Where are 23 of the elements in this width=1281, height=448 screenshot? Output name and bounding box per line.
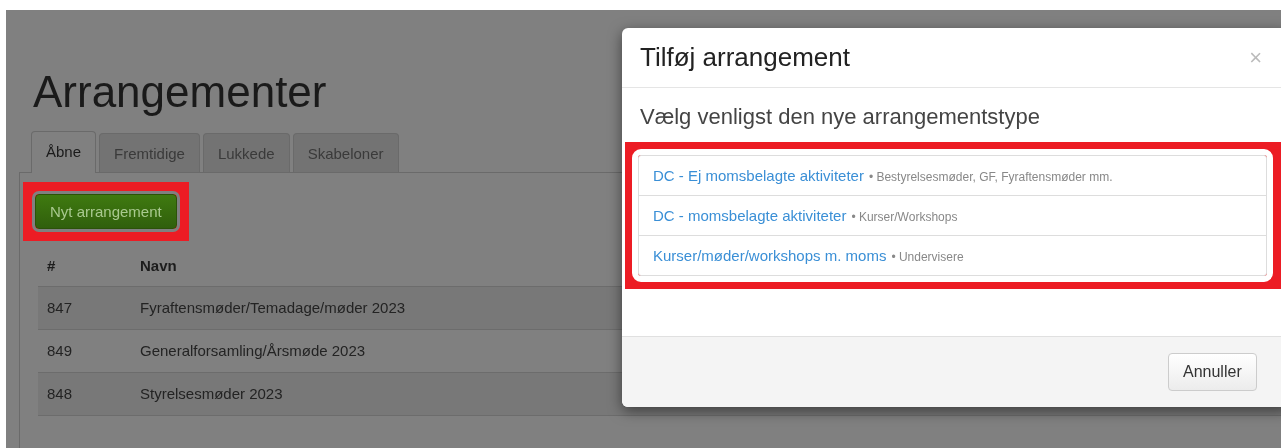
tab[interactable]: Åbne [31, 130, 97, 173]
event-type-description: • Kurser/Workshops [851, 210, 958, 224]
list-item[interactable]: DC - momsbelagte aktiviteter • Kurser/Workshops [639, 195, 1266, 235]
close-button[interactable]: × [1249, 44, 1262, 71]
table-cell: 848 [38, 372, 131, 416]
dialog-title: Tilføj arrangement [640, 42, 850, 73]
table-cell: 847 [38, 286, 131, 330]
tab[interactable]: Fremtidige [99, 132, 200, 172]
event-type-description: • Undervisere [891, 250, 964, 264]
new-event-button[interactable]: Nyt arrangement [35, 193, 177, 229]
event-type-description: • Bestyrelsesmøder, GF, Fyraftensmøder mm. [868, 170, 1113, 184]
tab[interactable]: Skabeloner [292, 132, 399, 172]
event-type-link[interactable]: Kurser/møder/workshops m. moms [653, 247, 887, 264]
dialog-subtitle: Vælg venligst den nye arrangementstype [640, 104, 1041, 130]
list-item[interactable]: DC - Ej momsbelagte aktiviteter • Bestyrelsesmøder, GF, Fyraftensmøder mm. [639, 156, 1266, 195]
column-header: # [38, 246, 131, 287]
page-title: Arrangementer [33, 66, 327, 118]
cancel-button[interactable]: Annuller [1168, 353, 1257, 391]
event-type-link[interactable]: DC - momsbelagte aktiviteter [653, 207, 847, 224]
tab[interactable]: Lukkede [202, 132, 290, 172]
table-cell: 849 [38, 329, 131, 373]
event-type-link[interactable]: DC - Ej momsbelagte aktiviteter [653, 167, 864, 184]
list-item[interactable]: Kurser/møder/workshops m. moms • Undervisere [639, 235, 1266, 275]
